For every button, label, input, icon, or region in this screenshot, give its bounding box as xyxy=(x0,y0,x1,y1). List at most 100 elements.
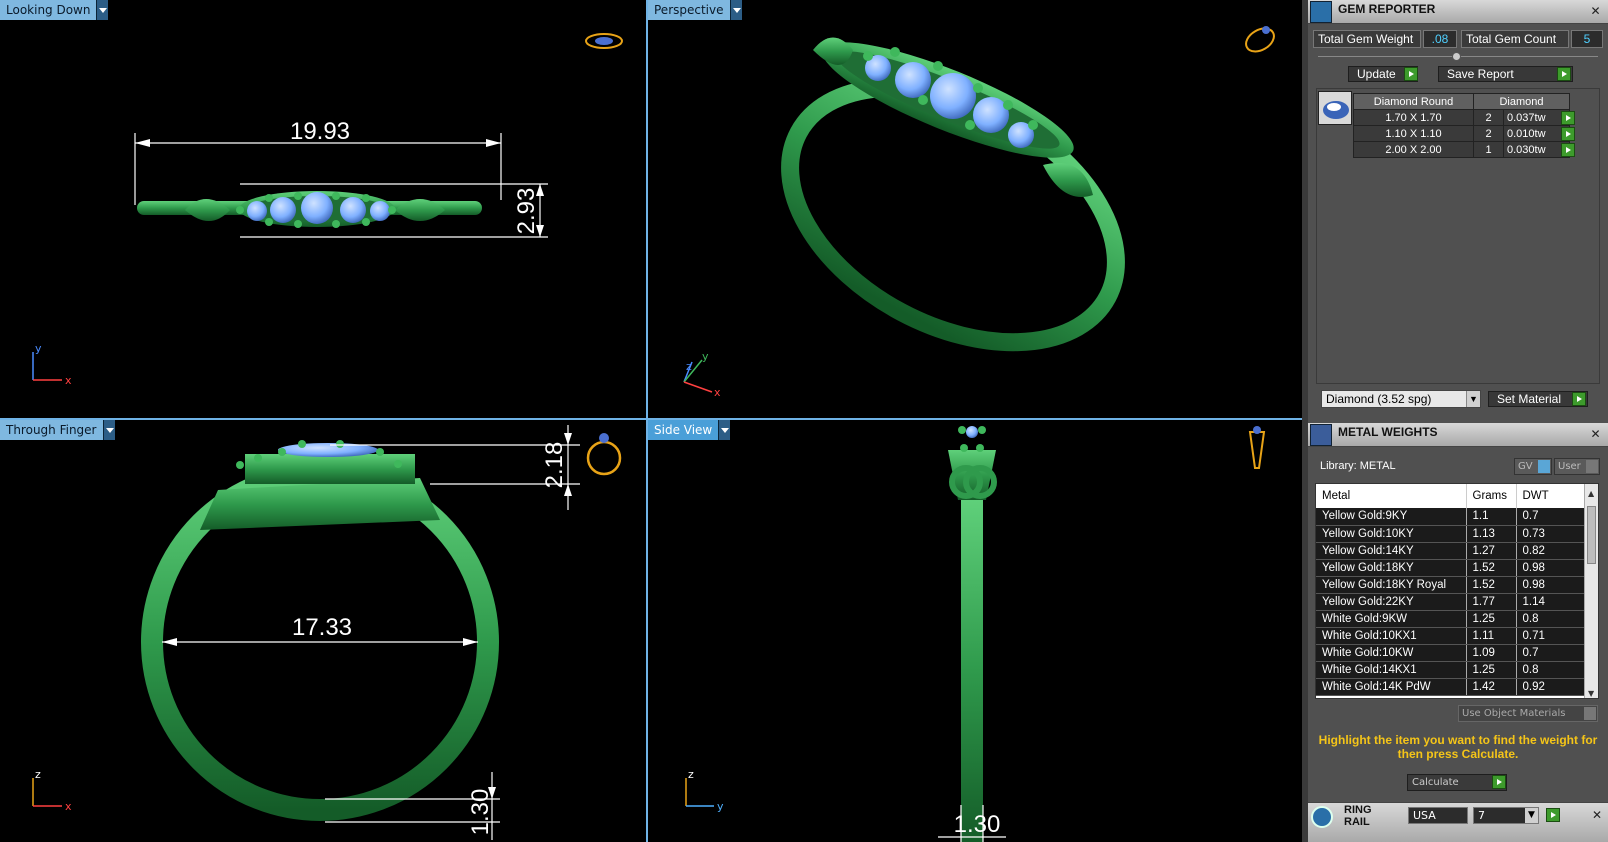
viewport-looking-down[interactable]: 19.93 2.93 y x Looking Down xyxy=(0,0,646,418)
table-row[interactable]: White Gold:14K PdW 1.42 0.92 xyxy=(1316,678,1586,696)
dim-side-thickness-label: 1.30 xyxy=(954,811,1001,838)
viewport-menu-looking-down[interactable]: Looking Down xyxy=(0,0,109,20)
update-go-icon[interactable] xyxy=(1404,67,1418,81)
axis-indicator: z x xyxy=(32,768,72,813)
viewport-menu-side-view[interactable]: Side View xyxy=(648,420,731,440)
dropdown-arrow-icon[interactable] xyxy=(102,420,115,440)
table-row[interactable]: White Gold:10KW 1.09 0.7 xyxy=(1316,644,1586,662)
side-panel: GEM REPORTER ✕ Total Gem Weight .08 Tota… xyxy=(1308,0,1608,842)
dropdown-arrow-icon[interactable] xyxy=(96,0,109,20)
dim-height-label: 2.93 xyxy=(513,188,540,235)
scrollbar-thumb[interactable] xyxy=(1587,506,1596,564)
ring-size-country[interactable]: USA xyxy=(1408,807,1468,824)
metal-cell-dwt: 0.71 xyxy=(1516,627,1586,645)
svg-text:z: z xyxy=(35,768,41,781)
grams-column-header[interactable]: Grams xyxy=(1466,484,1517,508)
metal-weights-icon xyxy=(1310,424,1332,446)
row-go-icon[interactable] xyxy=(1561,127,1575,141)
row-go-icon[interactable] xyxy=(1561,111,1575,125)
viewport-splitter-vertical[interactable] xyxy=(646,0,648,842)
axis-indicator: y x xyxy=(32,342,72,387)
metal-cell-grams: 1.13 xyxy=(1466,525,1517,543)
svg-text:y: y xyxy=(717,800,724,813)
gv-toggle[interactable]: GV xyxy=(1514,458,1552,475)
viewport-label[interactable]: Through Finger xyxy=(0,420,103,440)
dwt-column-header[interactable]: DWT xyxy=(1516,484,1586,508)
metal-cell-metal: White Gold:14KX1 xyxy=(1316,661,1467,679)
chevron-down-icon[interactable]: ▼ xyxy=(1525,808,1538,823)
metal-cell-dwt: 0.82 xyxy=(1516,542,1586,560)
ring-rail-icon xyxy=(1311,806,1333,828)
viewport-menu-perspective[interactable]: Perspective xyxy=(648,0,742,20)
metal-cell-dwt: 1.14 xyxy=(1516,593,1586,611)
viewport-through-finger[interactable]: 17.33 2.18 1.30 z x Through Finger xyxy=(0,420,646,842)
metal-cell-grams: 1.1 xyxy=(1466,508,1517,526)
metal-cell-dwt: 0.98 xyxy=(1516,559,1586,577)
gem-thumbnail[interactable] xyxy=(1318,91,1352,125)
library-label: Library: METAL xyxy=(1320,460,1396,472)
table-row[interactable]: 1.10 X 1.10 2 0.010tw xyxy=(1353,125,1570,142)
dropdown-arrow-icon[interactable] xyxy=(729,0,742,20)
metal-cell-grams: 1.52 xyxy=(1466,559,1517,577)
metal-cell-metal: White Gold:14K PdW xyxy=(1316,678,1467,696)
scroll-up-icon[interactable]: ▲ xyxy=(1588,489,1594,498)
table-row[interactable]: White Gold:14KX1 1.25 0.8 xyxy=(1316,661,1586,679)
toggle-indicator-icon xyxy=(1584,707,1596,720)
table-row[interactable]: Yellow Gold:14KY 1.27 0.82 xyxy=(1316,542,1586,560)
viewport-label[interactable]: Perspective xyxy=(648,0,730,20)
table-row[interactable]: Yellow Gold:18KY 1.52 0.98 xyxy=(1316,559,1586,577)
metal-cell-grams: 1.11 xyxy=(1466,627,1517,645)
save-report-button[interactable]: Save Report xyxy=(1438,66,1573,82)
viewport-side-view[interactable]: 1.30 z y Side View xyxy=(648,420,1302,842)
gem-table[interactable]: Diamond Round Diamond 1.70 X 1.70 2 0.03… xyxy=(1353,93,1570,158)
close-icon[interactable]: ✕ xyxy=(1592,808,1602,822)
material-select[interactable]: Diamond (3.52 spg) ▼ xyxy=(1321,390,1481,408)
close-icon[interactable]: ✕ xyxy=(1589,428,1602,441)
viewport-label[interactable]: Looking Down xyxy=(0,0,97,20)
metal-cell-dwt: 0.7 xyxy=(1516,644,1586,662)
gem-reporter-header: GEM REPORTER ✕ xyxy=(1308,0,1608,24)
viewport-menu-through-finger[interactable]: Through Finger xyxy=(0,420,115,440)
metal-list-scrollbar[interactable]: ▲ ▼ xyxy=(1584,484,1598,698)
table-row[interactable]: Yellow Gold:10KY 1.13 0.73 xyxy=(1316,525,1586,543)
viewport-splitter-horizontal[interactable] xyxy=(0,418,1302,420)
side-view-render: 1.30 z y xyxy=(685,426,1266,842)
dim-shank-thickness-label: 1.30 xyxy=(467,789,494,836)
metal-cell-metal: Yellow Gold:18KY Royal xyxy=(1316,576,1467,594)
metal-cell-dwt: 0.73 xyxy=(1516,525,1586,543)
save-report-go-icon[interactable] xyxy=(1557,67,1571,81)
table-row[interactable]: Yellow Gold:9KY 1.1 0.7 xyxy=(1316,508,1586,526)
table-row[interactable]: 2.00 X 2.00 1 0.030tw xyxy=(1353,141,1570,158)
splitter-handle-icon[interactable] xyxy=(1452,52,1461,61)
metal-column-header[interactable]: Metal xyxy=(1316,484,1467,508)
svg-text:z: z xyxy=(686,360,692,373)
metal-cell-dwt: 0.92 xyxy=(1516,678,1586,696)
ring-size-select[interactable]: 7 ▼ xyxy=(1473,807,1539,824)
use-object-materials-toggle[interactable]: Use Object Materials xyxy=(1458,705,1598,722)
row-go-icon[interactable] xyxy=(1561,143,1575,157)
set-material-go-icon[interactable] xyxy=(1572,392,1586,406)
svg-text:y: y xyxy=(35,342,42,355)
scroll-down-icon[interactable]: ▼ xyxy=(1588,689,1594,698)
table-row[interactable]: White Gold:9KW 1.25 0.8 xyxy=(1316,610,1586,628)
metal-cell-grams: 1.09 xyxy=(1466,644,1517,662)
ring-rail-go-icon[interactable] xyxy=(1546,808,1560,822)
looking-down-render: 19.93 2.93 y x xyxy=(32,33,623,387)
viewport-perspective[interactable]: z y x Perspective xyxy=(648,0,1302,418)
close-icon[interactable]: ✕ xyxy=(1589,5,1602,18)
total-gem-weight-value: .08 xyxy=(1423,30,1457,48)
viewport-label[interactable]: Side View xyxy=(648,420,719,440)
table-row[interactable]: Yellow Gold:18KY Royal 1.52 0.98 xyxy=(1316,576,1586,594)
metal-cell-dwt: 0.7 xyxy=(1516,508,1586,526)
dropdown-arrow-icon[interactable] xyxy=(718,420,731,440)
calculate-go-icon[interactable] xyxy=(1492,775,1506,789)
table-row[interactable]: Yellow Gold:22KY 1.77 1.14 xyxy=(1316,593,1586,611)
table-row[interactable]: White Gold:10KX1 1.11 0.71 xyxy=(1316,627,1586,645)
metal-weights-list[interactable]: Metal Grams DWT Yellow Gold:9KY 1.1 0.7 Yel… xyxy=(1315,483,1599,699)
user-toggle[interactable]: User xyxy=(1554,458,1600,475)
gem-table-header: Diamond xyxy=(1473,93,1570,110)
chevron-down-icon[interactable]: ▼ xyxy=(1466,391,1480,407)
orientation-ring-icon xyxy=(586,433,622,476)
table-row[interactable]: 1.70 X 1.70 2 0.037tw xyxy=(1353,109,1570,126)
metal-cell-grams: 1.77 xyxy=(1466,593,1517,611)
